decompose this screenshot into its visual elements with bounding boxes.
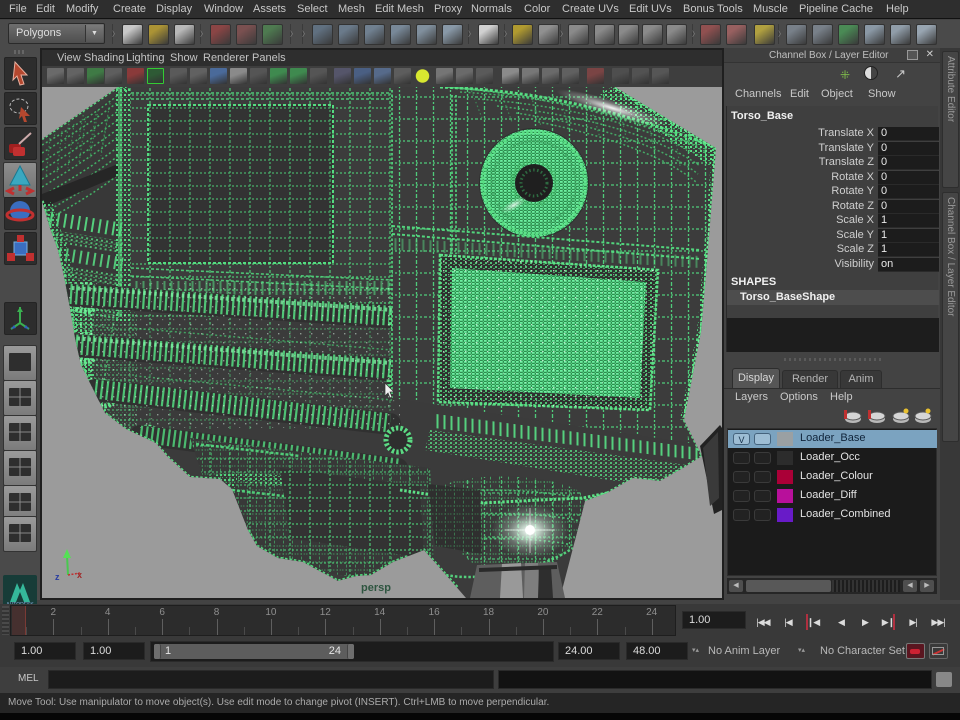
- svg-text:persp: persp: [361, 582, 391, 594]
- svg-text:x: x: [77, 570, 82, 580]
- svg-text:z: z: [55, 572, 60, 582]
